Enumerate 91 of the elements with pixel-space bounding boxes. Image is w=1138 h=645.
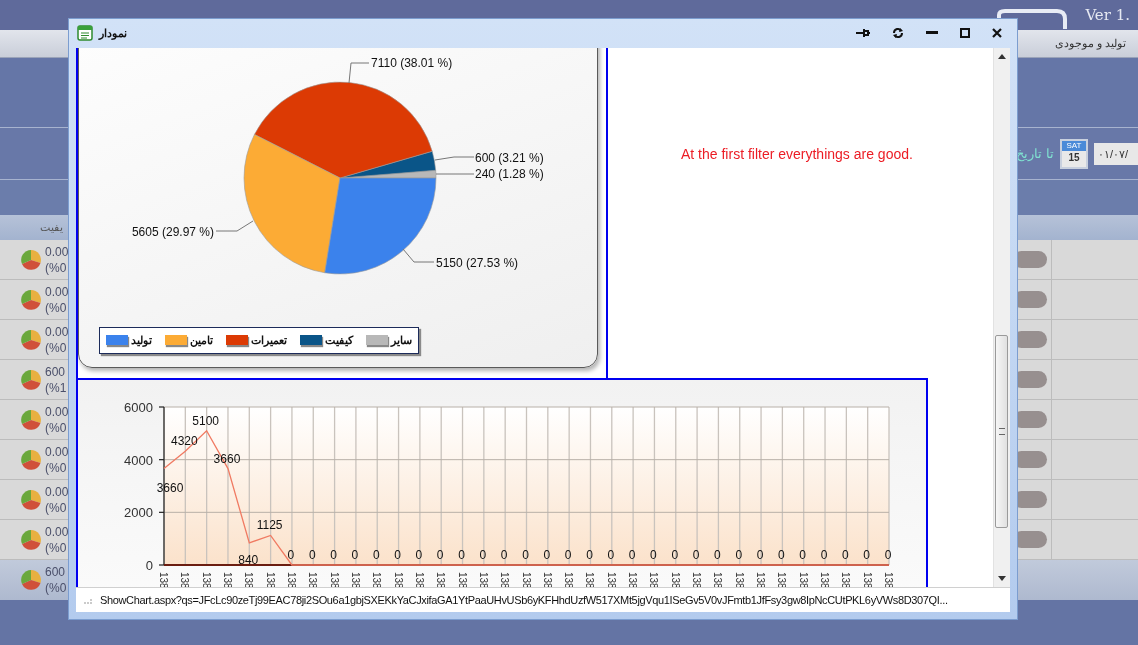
data-label: 0 (799, 547, 807, 562)
scroll-down-icon[interactable] (998, 576, 1006, 582)
data-label: 0 (543, 547, 551, 562)
scroll-thumb[interactable] (995, 334, 1008, 528)
resize-grip-icon (84, 596, 92, 605)
table-cell: 0.00 (%0 (45, 323, 69, 356)
data-label: 0 (884, 547, 892, 562)
slice-label: 7110 (38.01 %) (371, 55, 453, 70)
pie-chart-icon (20, 569, 42, 591)
pie-chart-icon (20, 408, 42, 431)
data-label: 0 (522, 547, 529, 562)
data-label: 0 (692, 547, 700, 562)
data-label: 0 (308, 547, 316, 562)
pie-chart-icon (20, 448, 42, 471)
status-bar-text: ShowChart.aspx?qs=JFcLc90zeTj99EAC78ji2SOu6a1gbjSXEKkYaCJxifaGA1YtPaaUHvUSb6yKFHhdUzfW517XMt5jgVqu1ISeGv5V0vJFmtb1JfFsy3gw8IpNcCUtPKL6yVWs8D307QI... (100, 594, 948, 607)
legend-label: کیفیت (324, 333, 353, 347)
data-label: 0 (842, 547, 849, 562)
scrollbar[interactable] (993, 47, 1010, 588)
leader-line (215, 220, 254, 232)
refresh-icon[interactable] (892, 27, 904, 40)
minimize-icon[interactable] (926, 31, 938, 36)
version-label: Ver 1. (1085, 6, 1130, 24)
close-icon[interactable] (992, 28, 1002, 39)
date-field[interactable]: ۰۱/۰۷/ (1094, 142, 1138, 165)
table-cell: 0.00 (%0 (45, 243, 69, 276)
data-label: 0 (778, 547, 785, 562)
pie-chart-icon (20, 328, 42, 351)
data-label: 0 (564, 547, 572, 562)
data-label: 0 (650, 547, 657, 562)
data-label: 0 (820, 547, 828, 562)
legend-label: سایر (390, 333, 412, 347)
data-label: 4320 (170, 434, 198, 449)
pie-chart-icon (20, 528, 42, 551)
notepad-icon (77, 25, 93, 42)
table-cell: 0.00 (%0 (45, 523, 69, 556)
slice-label: 600 (3.21 %) (475, 150, 544, 165)
data-label: 840 (238, 552, 259, 567)
table-cell: 600 (%1 (45, 363, 67, 396)
table-cell: 0.00 (%0 (45, 483, 69, 516)
data-label: 0 (458, 547, 465, 562)
data-label: 0 (415, 547, 423, 562)
data-label: 0 (500, 547, 508, 562)
axis-tick-label: 2000 (124, 505, 153, 521)
axis-tick-label: 6000 (124, 399, 153, 415)
pie-chart-icon (20, 368, 42, 391)
data-label: 0 (628, 547, 636, 562)
pie-chart-icon (20, 248, 42, 271)
table-cell: 0.00 (%0 (45, 443, 69, 476)
axis-tick-label: 4000 (124, 452, 153, 468)
slice-label: 5605 (29.97 %) (131, 224, 214, 239)
calendar-button[interactable]: SAT 15 (1060, 138, 1088, 169)
data-label: 0 (479, 547, 487, 562)
pin-icon[interactable] (856, 28, 870, 39)
data-label: 0 (394, 547, 401, 562)
table-cell: 0.00 (%0 (45, 283, 69, 316)
legend-label: تولید (131, 333, 153, 347)
window-title: نمودار (99, 26, 127, 40)
menu-item[interactable]: تولید و موجودی (1054, 37, 1126, 50)
pie-chart-icon (20, 488, 42, 511)
data-label: 0 (372, 547, 380, 562)
leader-line (402, 248, 435, 263)
data-label: 3660 (213, 451, 241, 466)
maximize-icon[interactable] (960, 28, 970, 39)
column-header: یفیت (40, 221, 63, 234)
data-label: 0 (714, 547, 721, 562)
date-label: تا تاریخ (1016, 146, 1054, 161)
status-message: At the first filter everythings are good. (681, 145, 913, 162)
table-cell: 0.00 (%0 (45, 403, 69, 436)
data-label: 0 (863, 547, 870, 562)
leader-line (348, 62, 370, 84)
data-label: 0 (330, 547, 337, 562)
axis-tick-label: 0 (145, 557, 153, 573)
data-label: 0 (351, 547, 359, 562)
data-label: 1125 (256, 518, 283, 533)
slice-label: 5150 (27.53 %) (436, 255, 519, 270)
leader-line (435, 173, 475, 175)
data-label: 5100 (192, 413, 219, 428)
legend-label: تعمیرات (251, 333, 287, 347)
table-cell: 600 (%0 (45, 564, 67, 596)
legend-label: تامین (190, 333, 214, 347)
data-label: 0 (671, 547, 679, 562)
data-label: 0 (607, 547, 615, 562)
logo-icon (997, 9, 1068, 29)
data-label: 0 (735, 547, 743, 562)
slice-label: 240 (1.28 %) (475, 166, 544, 181)
data-label: 0 (287, 547, 295, 562)
leader-line (434, 156, 475, 161)
pie-chart-icon (20, 288, 42, 311)
data-label: 0 (586, 547, 593, 562)
data-label: 0 (756, 547, 764, 562)
data-label: 0 (436, 547, 444, 562)
